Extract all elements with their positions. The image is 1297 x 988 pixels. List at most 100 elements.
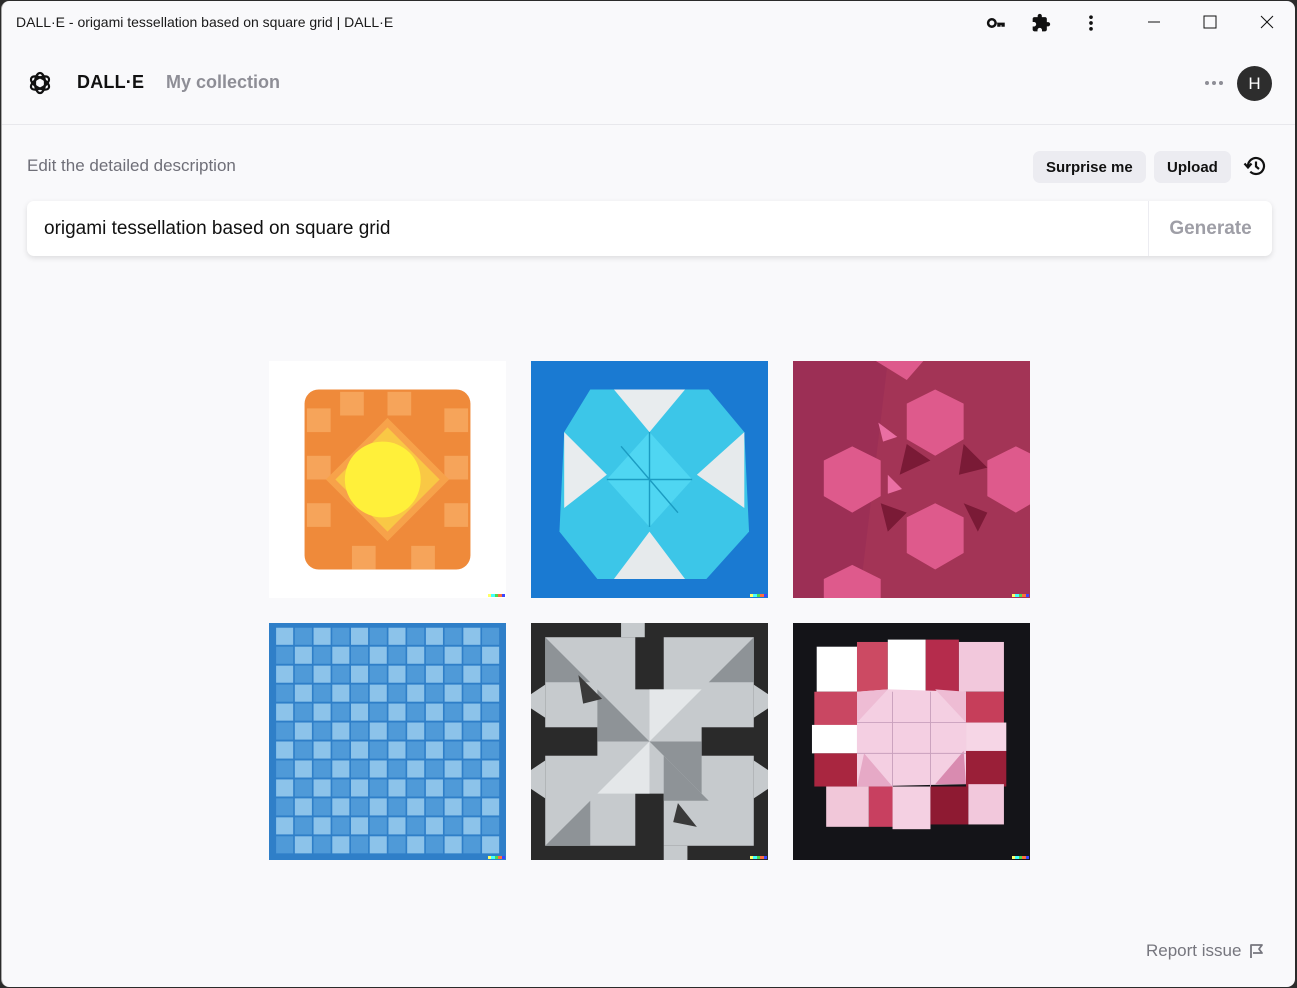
weave-cell bbox=[407, 836, 425, 854]
image-grid bbox=[269, 361, 1031, 860]
weave-cell bbox=[332, 684, 350, 702]
my-collection-link[interactable]: My collection bbox=[166, 72, 280, 93]
weave-cell bbox=[351, 646, 369, 664]
weave-cell bbox=[313, 817, 331, 835]
weave-cell bbox=[276, 703, 294, 721]
weave-cell bbox=[388, 684, 406, 702]
weave-cell bbox=[294, 665, 312, 683]
watermark bbox=[1012, 594, 1030, 597]
weave-cell bbox=[444, 779, 462, 797]
weave-cell bbox=[444, 627, 462, 645]
weave-cell bbox=[351, 779, 369, 797]
weave-cell bbox=[463, 760, 481, 778]
weave-cell bbox=[332, 703, 350, 721]
key-icon[interactable] bbox=[984, 11, 1008, 35]
weave-cell bbox=[425, 703, 443, 721]
weave-cell bbox=[351, 760, 369, 778]
window-title: DALL·E - origami tessellation based on s… bbox=[16, 14, 394, 30]
weave-cell bbox=[482, 722, 500, 740]
brand-name[interactable]: DALL·E bbox=[77, 72, 144, 93]
openai-logo-icon[interactable] bbox=[26, 69, 54, 97]
weave-cell bbox=[276, 760, 294, 778]
puzzle-extension-icon[interactable] bbox=[1029, 11, 1053, 35]
image-3-art bbox=[793, 361, 1030, 598]
weave-cell bbox=[276, 741, 294, 759]
weave-cell bbox=[332, 646, 350, 664]
weave-cell bbox=[444, 817, 462, 835]
prompt-label: Edit the detailed description bbox=[27, 156, 236, 175]
weave-cell bbox=[482, 741, 500, 759]
weave-cell bbox=[425, 665, 443, 683]
flag-icon bbox=[1250, 944, 1264, 958]
minimize-icon bbox=[1148, 21, 1160, 23]
weave-cell bbox=[332, 798, 350, 816]
weave-cell bbox=[332, 760, 350, 778]
image-1-art bbox=[269, 361, 506, 598]
weave-cell bbox=[407, 760, 425, 778]
maximize-button[interactable] bbox=[1187, 7, 1233, 37]
surprise-me-button[interactable]: Surprise me bbox=[1033, 151, 1146, 183]
kebab-menu-icon[interactable] bbox=[1079, 11, 1103, 35]
weave-cell bbox=[369, 817, 387, 835]
weave-cell bbox=[463, 703, 481, 721]
generated-image-5[interactable] bbox=[531, 623, 768, 860]
weave-cell bbox=[407, 722, 425, 740]
weave-cell bbox=[276, 684, 294, 702]
weave-cell bbox=[369, 627, 387, 645]
weave-cell bbox=[463, 722, 481, 740]
weave-cell bbox=[444, 703, 462, 721]
weave-cell bbox=[463, 836, 481, 854]
report-issue-link[interactable]: Report issue bbox=[1146, 941, 1265, 961]
weave-cell bbox=[407, 817, 425, 835]
weave-cell bbox=[369, 741, 387, 759]
close-button[interactable] bbox=[1244, 7, 1290, 37]
weave-cell bbox=[369, 665, 387, 683]
weave-cell bbox=[332, 817, 350, 835]
weave-cell bbox=[463, 684, 481, 702]
weave-cell bbox=[276, 798, 294, 816]
generated-image-2[interactable] bbox=[531, 361, 768, 598]
weave-cell bbox=[313, 665, 331, 683]
watermark bbox=[750, 594, 768, 597]
weave-cell bbox=[482, 798, 500, 816]
generated-image-3[interactable] bbox=[793, 361, 1030, 598]
weave-cell bbox=[463, 741, 481, 759]
weave-cell bbox=[444, 722, 462, 740]
history-icon[interactable] bbox=[1241, 152, 1269, 180]
generated-image-6[interactable] bbox=[793, 623, 1030, 860]
weave-cell bbox=[351, 703, 369, 721]
weave-cell bbox=[313, 703, 331, 721]
title-bar: DALL·E - origami tessellation based on s… bbox=[2, 1, 1295, 45]
user-avatar[interactable]: H bbox=[1237, 66, 1272, 101]
weave-cell bbox=[276, 779, 294, 797]
watermark bbox=[1012, 856, 1030, 859]
generate-button[interactable]: Generate bbox=[1148, 201, 1272, 256]
weave-cell bbox=[332, 665, 350, 683]
weave-cell bbox=[444, 741, 462, 759]
watermark bbox=[488, 594, 506, 597]
generated-image-1[interactable] bbox=[269, 361, 506, 598]
weave-cell bbox=[482, 646, 500, 664]
weave-cell bbox=[351, 665, 369, 683]
watermark bbox=[750, 856, 768, 859]
weave-cell bbox=[313, 627, 331, 645]
weave-cell bbox=[482, 703, 500, 721]
weave-cell bbox=[425, 646, 443, 664]
weave-cell bbox=[332, 836, 350, 854]
weave-cell bbox=[351, 836, 369, 854]
weave-cell bbox=[332, 627, 350, 645]
upload-button[interactable]: Upload bbox=[1154, 151, 1231, 183]
weave-cell bbox=[294, 703, 312, 721]
weave-cell bbox=[294, 836, 312, 854]
prompt-input[interactable] bbox=[27, 201, 1148, 256]
weave-cell bbox=[351, 684, 369, 702]
weave-cell bbox=[313, 779, 331, 797]
weave-cell bbox=[369, 760, 387, 778]
weave-cell bbox=[482, 684, 500, 702]
generated-image-4[interactable] bbox=[269, 623, 506, 860]
weave-cell bbox=[351, 627, 369, 645]
weave-cell bbox=[294, 646, 312, 664]
minimize-button[interactable] bbox=[1131, 7, 1177, 37]
weave-cell bbox=[482, 836, 500, 854]
more-options-icon[interactable] bbox=[1200, 73, 1228, 93]
